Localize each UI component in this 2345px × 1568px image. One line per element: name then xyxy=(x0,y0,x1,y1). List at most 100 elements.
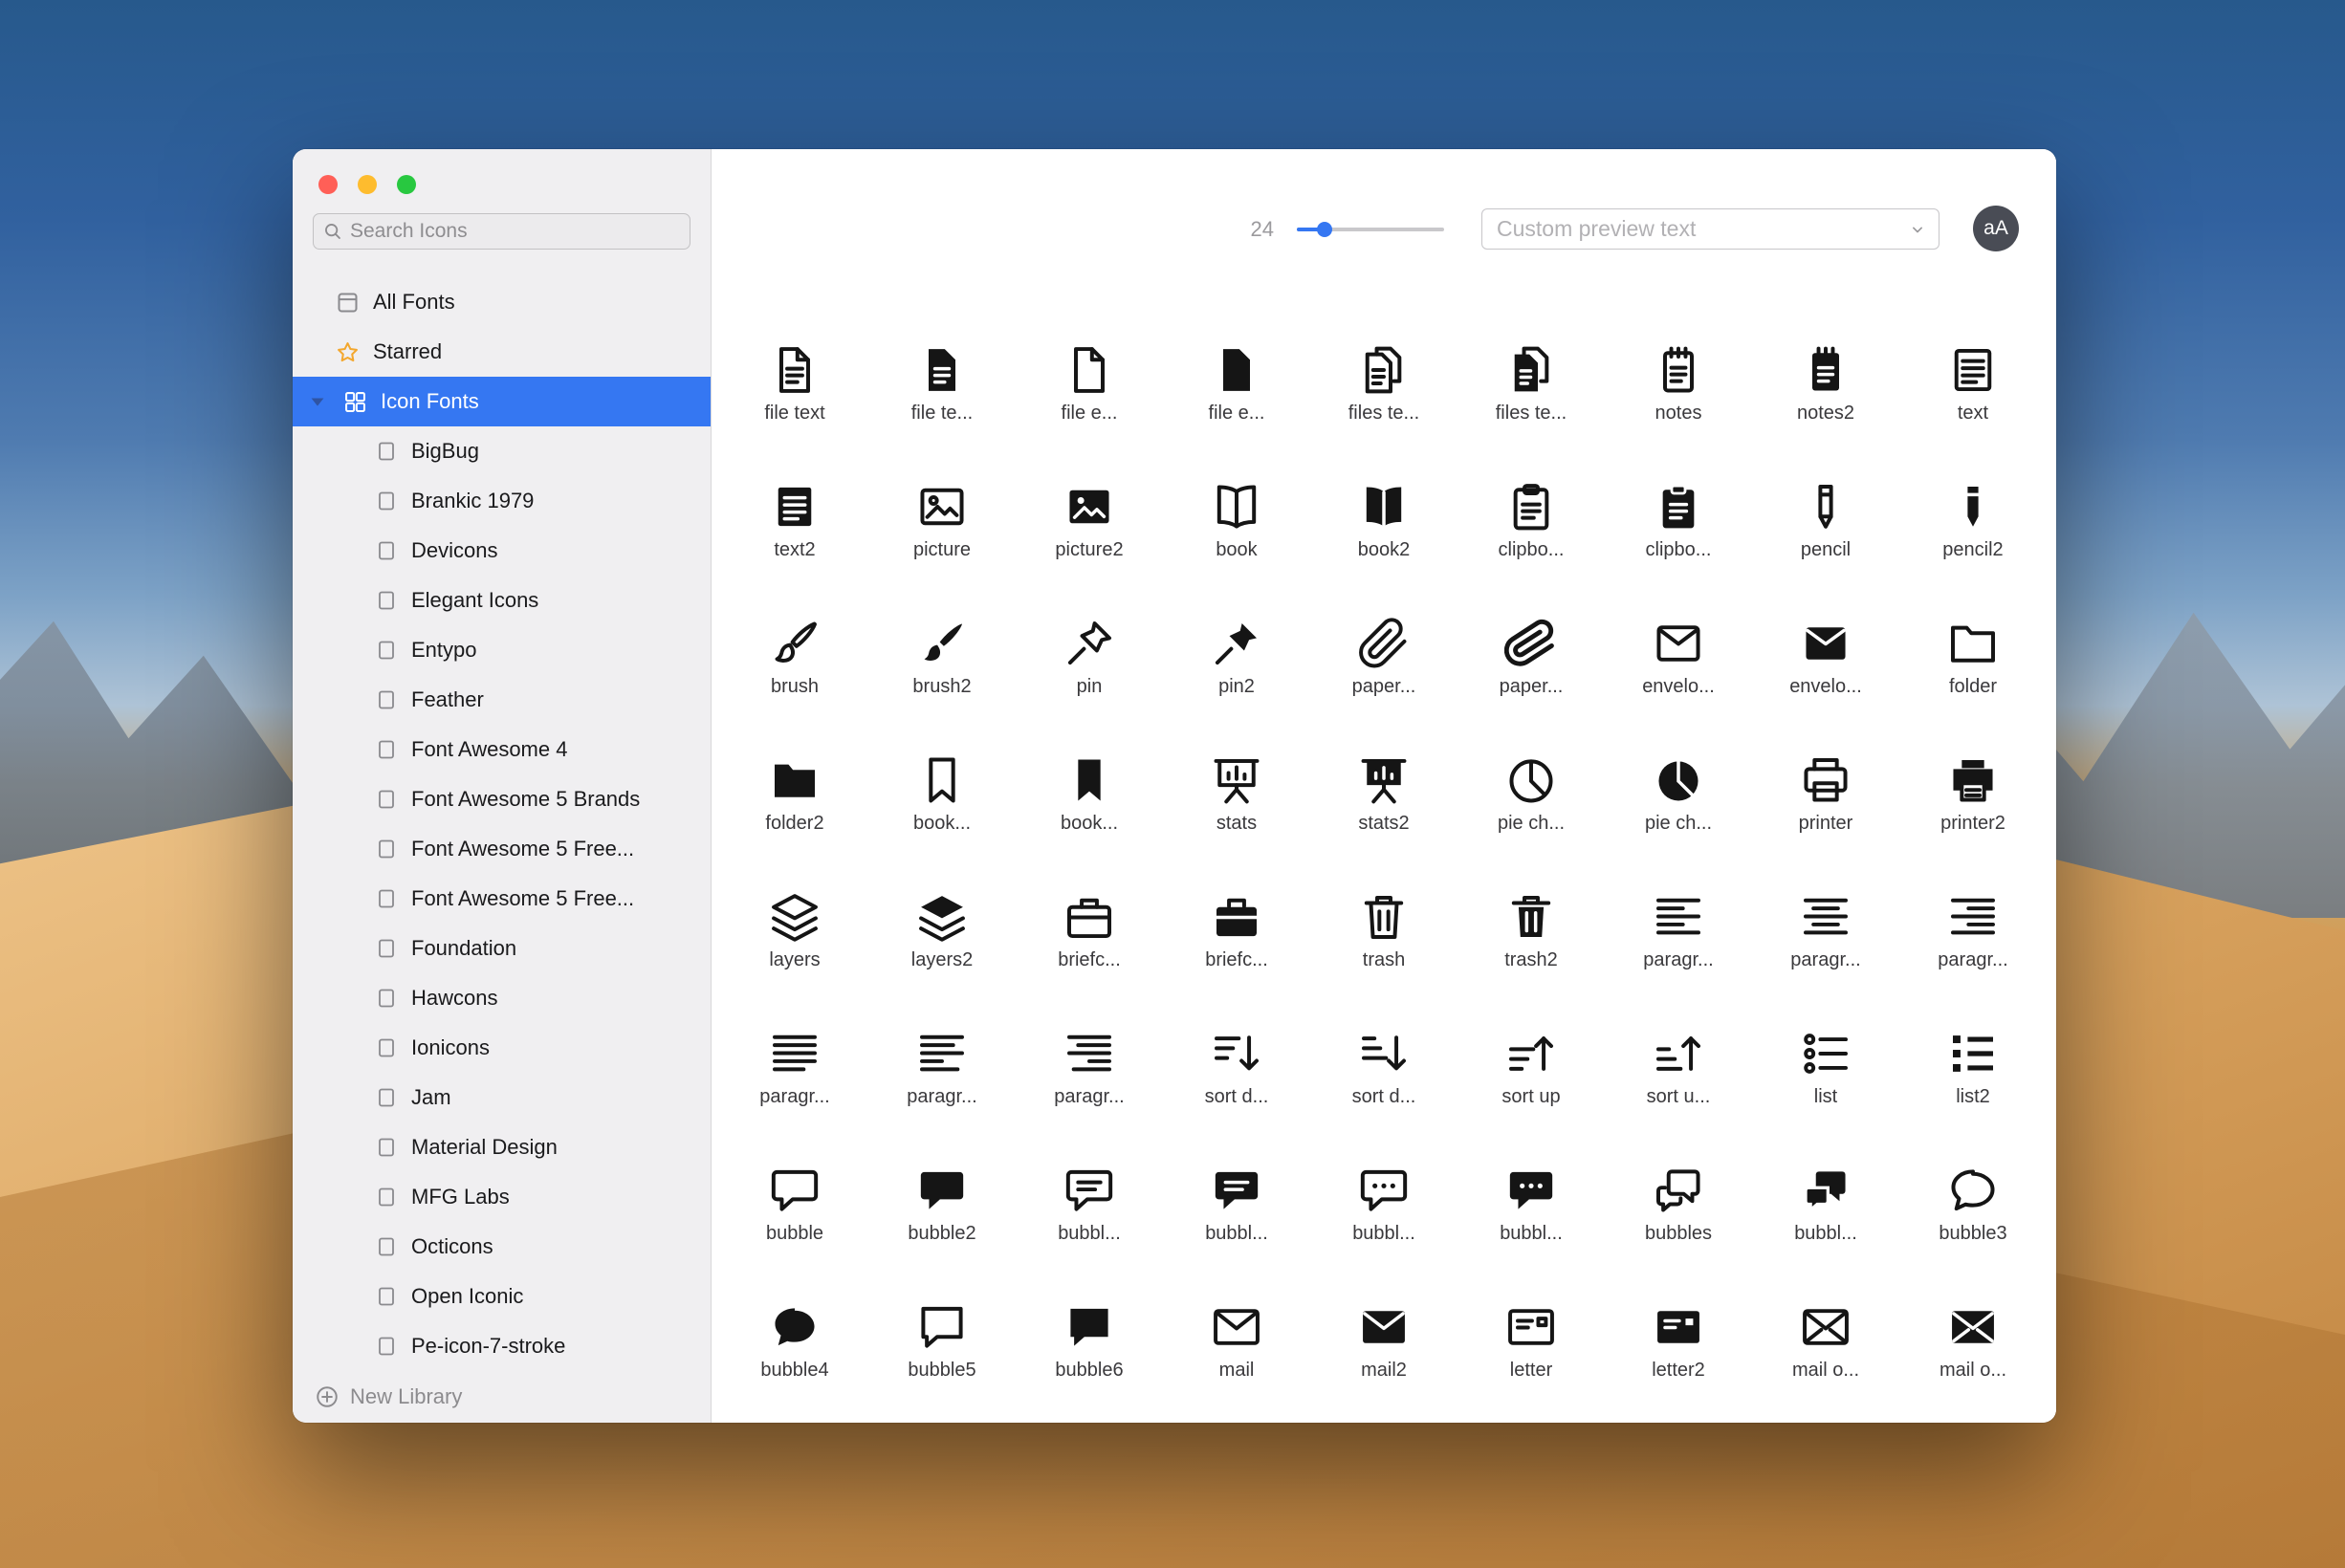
slider-knob[interactable] xyxy=(1317,222,1332,237)
sidebar-library-item[interactable]: Font Awesome 4 xyxy=(293,725,711,774)
icon-cell[interactable]: bubble3 xyxy=(1899,1158,2047,1295)
icon-cell[interactable]: envelo... xyxy=(1752,611,1899,748)
icon-cell[interactable]: bubbles xyxy=(1605,1158,1752,1295)
icon-cell[interactable]: paragr... xyxy=(1605,884,1752,1021)
sidebar-library-item[interactable]: Octicons xyxy=(293,1222,711,1272)
sidebar-library-item[interactable]: Open Iconic xyxy=(293,1272,711,1321)
icon-cell[interactable]: paragr... xyxy=(1016,1021,1163,1158)
icon-cell[interactable]: trash2 xyxy=(1457,884,1605,1021)
icon-cell[interactable]: bubble2 xyxy=(868,1158,1016,1295)
icon-cell[interactable]: layers xyxy=(721,884,868,1021)
sidebar-library-item[interactable]: Font Awesome 5 Free... xyxy=(293,824,711,874)
icon-cell[interactable]: file text xyxy=(721,338,868,474)
icon-cell[interactable]: printer2 xyxy=(1899,748,2047,884)
icon-cell[interactable]: letter2 xyxy=(1605,1295,1752,1423)
sidebar-library-item[interactable]: Font Awesome 5 Free... xyxy=(293,874,711,924)
sidebar-library-item[interactable]: Font Awesome 5 Brands xyxy=(293,774,711,824)
icon-cell[interactable]: printer xyxy=(1752,748,1899,884)
icon-cell[interactable]: bubbl... xyxy=(1310,1158,1457,1295)
sidebar-library-item[interactable]: Foundation xyxy=(293,924,711,973)
zoom-window-button[interactable] xyxy=(397,175,416,194)
icon-cell[interactable]: file e... xyxy=(1016,338,1163,474)
sidebar-library-item[interactable]: BigBug xyxy=(293,426,711,476)
icon-size-slider[interactable] xyxy=(1297,219,1444,240)
icon-cell[interactable]: picture2 xyxy=(1016,474,1163,611)
icon-cell[interactable]: list xyxy=(1752,1021,1899,1158)
icon-cell[interactable]: paragr... xyxy=(1752,884,1899,1021)
icon-cell[interactable]: pin2 xyxy=(1163,611,1310,748)
new-library-button[interactable]: New Library xyxy=(293,1371,711,1423)
icon-cell[interactable]: pie ch... xyxy=(1605,748,1752,884)
icon-cell[interactable]: letter xyxy=(1457,1295,1605,1423)
search-input[interactable] xyxy=(350,220,681,243)
icon-cell[interactable]: list2 xyxy=(1899,1021,2047,1158)
sidebar-library-item[interactable]: Ionicons xyxy=(293,1023,711,1073)
icon-cell[interactable]: book2 xyxy=(1310,474,1457,611)
icon-cell[interactable]: files te... xyxy=(1457,338,1605,474)
icon-cell[interactable]: mail o... xyxy=(1752,1295,1899,1423)
close-window-button[interactable] xyxy=(318,175,338,194)
icon-cell[interactable]: briefc... xyxy=(1016,884,1163,1021)
icon-cell[interactable]: notes xyxy=(1605,338,1752,474)
icon-cell[interactable]: book... xyxy=(868,748,1016,884)
icon-cell[interactable]: sort d... xyxy=(1163,1021,1310,1158)
icon-cell[interactable]: bubble5 xyxy=(868,1295,1016,1423)
sidebar-item-icon-fonts[interactable]: Icon Fonts xyxy=(293,377,711,426)
icon-cell[interactable]: bubbl... xyxy=(1457,1158,1605,1295)
icon-cell[interactable]: sort u... xyxy=(1605,1021,1752,1158)
icon-cell[interactable]: briefc... xyxy=(1163,884,1310,1021)
search-field[interactable] xyxy=(313,213,690,250)
icon-cell[interactable]: bubble6 xyxy=(1016,1295,1163,1423)
sidebar-library-item[interactable]: Brankic 1979 xyxy=(293,476,711,526)
icon-cell[interactable]: files te... xyxy=(1310,338,1457,474)
icon-cell[interactable]: stats2 xyxy=(1310,748,1457,884)
icon-cell[interactable]: file e... xyxy=(1163,338,1310,474)
icon-cell[interactable]: bubbl... xyxy=(1163,1158,1310,1295)
icon-cell[interactable]: clipbo... xyxy=(1605,474,1752,611)
icon-cell[interactable]: bubble4 xyxy=(721,1295,868,1423)
sidebar-library-item[interactable]: Pe-icon-7-stroke xyxy=(293,1321,711,1371)
preview-text-dropdown[interactable]: Custom preview text xyxy=(1481,208,1940,250)
icon-cell[interactable]: text2 xyxy=(721,474,868,611)
sidebar-library-item[interactable]: Feather xyxy=(293,675,711,725)
icon-cell[interactable]: mail xyxy=(1163,1295,1310,1423)
icon-cell[interactable]: paragr... xyxy=(721,1021,868,1158)
icon-cell[interactable]: clipbo... xyxy=(1457,474,1605,611)
icon-cell[interactable]: bubble xyxy=(721,1158,868,1295)
icon-cell[interactable]: notes2 xyxy=(1752,338,1899,474)
icon-cell[interactable]: sort d... xyxy=(1310,1021,1457,1158)
text-case-button[interactable]: aA xyxy=(1973,206,2019,251)
icon-cell[interactable]: text xyxy=(1899,338,2047,474)
icon-cell[interactable]: folder xyxy=(1899,611,2047,748)
icon-cell[interactable]: paper... xyxy=(1310,611,1457,748)
icon-cell[interactable]: layers2 xyxy=(868,884,1016,1021)
icon-cell[interactable]: brush2 xyxy=(868,611,1016,748)
icon-cell[interactable]: stats xyxy=(1163,748,1310,884)
sidebar-library-item[interactable]: Elegant Icons xyxy=(293,576,711,625)
icon-cell[interactable]: mail o... xyxy=(1899,1295,2047,1423)
icon-cell[interactable]: paper... xyxy=(1457,611,1605,748)
icon-cell[interactable]: pin xyxy=(1016,611,1163,748)
icon-cell[interactable]: brush xyxy=(721,611,868,748)
minimize-window-button[interactable] xyxy=(358,175,377,194)
icon-cell[interactable]: bubbl... xyxy=(1016,1158,1163,1295)
icon-cell[interactable]: mail2 xyxy=(1310,1295,1457,1423)
sidebar-library-item[interactable]: Material Design xyxy=(293,1122,711,1172)
sidebar-library-item[interactable]: Hawcons xyxy=(293,973,711,1023)
icon-cell[interactable]: book xyxy=(1163,474,1310,611)
icon-cell[interactable]: sort up xyxy=(1457,1021,1605,1158)
sidebar-library-item[interactable]: Entypo xyxy=(293,625,711,675)
icon-cell[interactable]: picture xyxy=(868,474,1016,611)
icon-cell[interactable]: bubbl... xyxy=(1752,1158,1899,1295)
disclosure-triangle-icon[interactable] xyxy=(307,391,328,412)
icon-cell[interactable]: paragr... xyxy=(1899,884,2047,1021)
sidebar-item-all-fonts[interactable]: All Fonts xyxy=(293,277,711,327)
icon-cell[interactable]: paragr... xyxy=(868,1021,1016,1158)
icon-cell[interactable]: trash xyxy=(1310,884,1457,1021)
icon-cell[interactable]: pie ch... xyxy=(1457,748,1605,884)
icon-cell[interactable]: book... xyxy=(1016,748,1163,884)
sidebar-library-item[interactable]: Jam xyxy=(293,1073,711,1122)
icon-cell[interactable]: pencil xyxy=(1752,474,1899,611)
icon-cell[interactable]: envelo... xyxy=(1605,611,1752,748)
sidebar-library-item[interactable]: Devicons xyxy=(293,526,711,576)
